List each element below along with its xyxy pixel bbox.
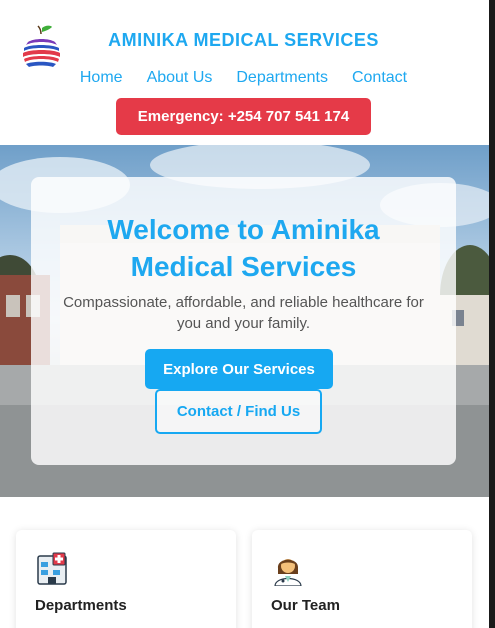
contact-find-us-button[interactable]: Contact / Find Us: [155, 389, 322, 434]
emergency-button[interactable]: Emergency: +254 707 541 174: [116, 98, 371, 135]
nav-contact[interactable]: Contact: [352, 69, 407, 87]
nav-home[interactable]: Home: [80, 69, 123, 87]
explore-services-button[interactable]: Explore Our Services: [145, 349, 333, 389]
card-title-our-team: Our Team: [271, 597, 340, 614]
window-edge: [489, 0, 495, 628]
hero-card: Welcome to Aminika Medical Services Comp…: [31, 177, 456, 465]
brand-title: AMINIKA MEDICAL SERVICES: [108, 30, 379, 50]
page: AMINIKA MEDICAL SERVICES Home About Us D…: [0, 0, 495, 628]
nav-about-us[interactable]: About Us: [147, 69, 213, 87]
hospital-icon: [35, 552, 69, 586]
hero-title: Welcome to Aminika Medical Services: [107, 214, 380, 282]
card-title-departments: Departments: [35, 597, 127, 614]
hero-section: Welcome to Aminika Medical Services Comp…: [0, 145, 489, 497]
doctor-icon: [271, 552, 305, 587]
departments-card[interactable]: Departments: [16, 530, 236, 628]
hero-subtitle: Compassionate, affordable, and reliable …: [63, 294, 424, 332]
main-nav: Home About Us Departments Contact: [0, 69, 487, 87]
our-team-card[interactable]: Our Team: [252, 530, 472, 628]
site-header: AMINIKA MEDICAL SERVICES Home About Us D…: [0, 0, 495, 145]
nav-departments[interactable]: Departments: [236, 69, 328, 87]
